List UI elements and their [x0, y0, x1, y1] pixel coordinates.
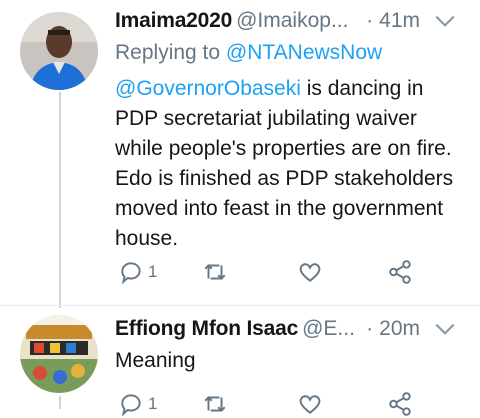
like-icon [299, 395, 321, 414]
replying-prefix: Replying to [115, 41, 226, 64]
user-handle[interactable]: @E... [302, 317, 355, 340]
reply-count: 1 [148, 394, 158, 413]
display-name[interactable]: Imaima2020 [115, 9, 232, 32]
retweet-icon [204, 264, 226, 280]
tweet-actions: 1 [115, 258, 435, 286]
avatar-photo [20, 315, 98, 393]
share-button[interactable] [387, 258, 413, 286]
timestamp[interactable]: · 41m [366, 4, 420, 38]
tweet-text: @GovernorObaseki is dancing in PDP secre… [115, 74, 462, 254]
like-button[interactable] [297, 258, 323, 286]
display-name[interactable]: Effiong Mfon Isaac [115, 317, 298, 340]
time-label: 41m [379, 9, 420, 32]
share-icon [389, 260, 411, 284]
tweet-header: Imaima2020 @Imaikop... · 41m [115, 4, 480, 38]
retweet-icon [204, 396, 226, 412]
tweet-body: is dancing in PDP secretariat jubilating… [115, 77, 454, 250]
tweet-header: Effiong Mfon Isaac @E... · 20m [115, 312, 480, 346]
separator-dot: · [366, 317, 374, 340]
replying-to: Replying to @NTANewsNow [115, 38, 480, 68]
reply-button[interactable]: 1 [118, 258, 157, 286]
avatar[interactable] [20, 12, 98, 90]
timestamp[interactable]: · 20m [366, 312, 420, 346]
tweet[interactable]: Effiong Mfon Isaac @E... · 20m Meaning [115, 312, 480, 376]
retweet-button[interactable] [202, 390, 228, 418]
share-icon [389, 392, 411, 416]
like-icon [299, 263, 321, 282]
avatar-photo [20, 12, 98, 90]
tweet-body: Meaning [115, 349, 196, 372]
reply-icon [121, 262, 141, 285]
chevron-down-icon[interactable] [432, 8, 458, 34]
user-handle[interactable]: @Imaikop... [236, 9, 348, 32]
share-button[interactable] [387, 390, 413, 418]
mention-link[interactable]: @GovernorObaseki [115, 77, 301, 100]
divider [0, 305, 480, 306]
avatar[interactable] [20, 315, 98, 393]
reply-count: 1 [148, 262, 158, 281]
tweet-actions: 1 [115, 390, 435, 418]
replying-to-link[interactable]: @NTANewsNow [226, 41, 382, 64]
separator-dot: · [366, 9, 374, 32]
tweet-text: Meaning [115, 346, 462, 376]
like-button[interactable] [297, 390, 323, 418]
thread-line [59, 396, 61, 409]
thread-line [59, 92, 61, 308]
time-label: 20m [379, 317, 420, 340]
reply-button[interactable]: 1 [118, 390, 157, 418]
chevron-down-icon[interactable] [432, 316, 458, 342]
retweet-button[interactable] [202, 258, 228, 286]
reply-icon [121, 394, 141, 417]
tweet[interactable]: Imaima2020 @Imaikop... · 41m Replying to @… [115, 4, 480, 254]
